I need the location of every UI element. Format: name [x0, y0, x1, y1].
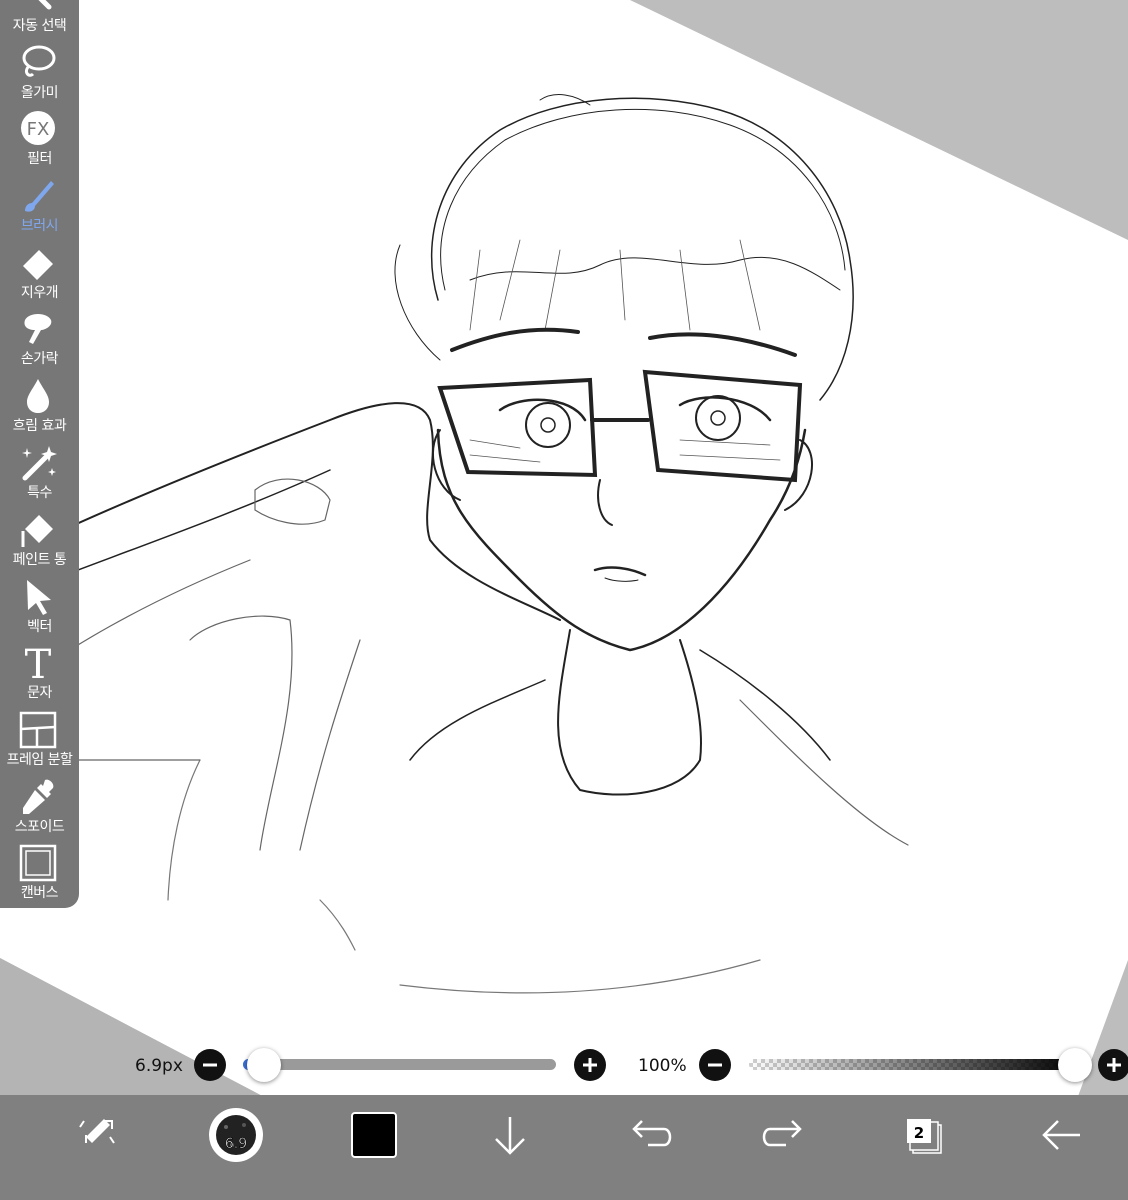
plus-icon: [1107, 1058, 1121, 1072]
tool-label: 손가락: [20, 351, 59, 367]
tool-canvas[interactable]: 캔버스: [0, 840, 79, 906]
tool-label: 프레임 분할: [6, 752, 73, 768]
transform-icon: [79, 1119, 115, 1144]
lasso-icon: [22, 45, 56, 77]
redo-button[interactable]: [736, 1095, 836, 1175]
tool-special[interactable]: 특수: [0, 440, 79, 506]
brush-icon: [25, 181, 54, 212]
paint-bucket-icon: [21, 515, 53, 547]
fx-icon: FX: [21, 111, 55, 145]
back-button[interactable]: [1012, 1095, 1112, 1175]
opacity-decrease-button[interactable]: [699, 1049, 731, 1081]
text-icon: T: [25, 644, 52, 682]
tool-filter[interactable]: FX 필터: [0, 106, 79, 172]
brush-size-increase-button[interactable]: [574, 1049, 606, 1081]
color-swatch-button[interactable]: [323, 1095, 423, 1175]
color-swatch: [351, 1112, 397, 1158]
tool-sidebar: 자동 선택 올가미 FX 필터 브러시 지우개 손가락 흐림 효과 특수 페인트…: [0, 0, 79, 908]
drawing-canvas: [0, 0, 1128, 1200]
svg-text:T: T: [25, 644, 52, 682]
tool-label: 스포이드: [14, 819, 65, 835]
minus-icon: [708, 1063, 722, 1067]
canvas-area[interactable]: [0, 0, 1128, 1200]
opacity-thumb[interactable]: [1058, 1048, 1092, 1082]
tool-label: 흐림 효과: [12, 418, 67, 434]
tool-label: 올가미: [20, 85, 59, 101]
tool-paint-bucket[interactable]: 페인트 통: [0, 507, 79, 573]
eyedropper-icon: [23, 779, 54, 814]
tool-label: 필터: [27, 151, 52, 167]
tool-finger[interactable]: 손가락: [0, 306, 79, 372]
layers-icon: 2: [907, 1119, 942, 1154]
svg-text:2: 2: [914, 1124, 924, 1142]
tool-label: 캔버스: [20, 885, 59, 901]
opacity-slider[interactable]: [749, 1059, 1079, 1070]
eraser-icon: [23, 250, 53, 280]
plus-icon: [583, 1058, 597, 1072]
tool-label: 지우개: [20, 285, 59, 301]
blur-drop-icon: [27, 379, 49, 413]
bottom-toolbar: 6.9 2: [0, 1095, 1128, 1200]
brush-preview-button[interactable]: 6.9: [186, 1095, 286, 1175]
tool-label: 자동 선택: [12, 18, 67, 34]
tool-eraser[interactable]: 지우개: [0, 240, 79, 306]
back-arrow-icon: [1042, 1120, 1080, 1150]
brush-size-decrease-button[interactable]: [194, 1049, 226, 1081]
tool-eyedropper[interactable]: 스포이드: [0, 774, 79, 840]
tool-auto-select[interactable]: 자동 선택: [0, 0, 79, 39]
svg-text:6.9: 6.9: [225, 1136, 247, 1152]
undo-icon: [632, 1120, 672, 1147]
tool-label: 페인트 통: [12, 552, 67, 568]
tool-label: 특수: [27, 485, 52, 501]
tool-text[interactable]: T 문자: [0, 640, 79, 706]
magic-wand-icon: [38, 0, 52, 10]
canvas-icon: [19, 844, 57, 882]
tool-label: 문자: [27, 685, 52, 701]
tool-lasso[interactable]: 올가미: [0, 40, 79, 106]
brush-size-slider[interactable]: [243, 1059, 556, 1070]
brush-size-thumb[interactable]: [247, 1048, 282, 1082]
download-button[interactable]: [460, 1095, 560, 1175]
svg-text:FX: FX: [27, 119, 50, 140]
transform-button[interactable]: [48, 1095, 148, 1175]
opacity-increase-button[interactable]: [1098, 1049, 1128, 1081]
vector-arrow-icon: [27, 580, 51, 615]
layers-button[interactable]: 2: [873, 1095, 973, 1175]
tool-vector[interactable]: 벡터: [0, 574, 79, 640]
redo-icon: [762, 1120, 802, 1147]
undo-button[interactable]: [598, 1095, 698, 1175]
frame-divide-icon: [19, 711, 57, 749]
special-wand-icon: [22, 446, 57, 481]
tool-brush[interactable]: 브러시: [0, 173, 79, 239]
tool-blur[interactable]: 흐림 효과: [0, 373, 79, 439]
tool-label: 브러시: [20, 218, 59, 234]
download-icon: [495, 1117, 525, 1155]
minus-icon: [203, 1063, 217, 1067]
finger-icon: [24, 314, 52, 344]
tool-frame-divide[interactable]: 프레임 분할: [0, 707, 79, 773]
opacity-value: 100%: [638, 1056, 687, 1076]
tool-label: 벡터: [27, 619, 52, 635]
brush-size-value: 6.9px: [135, 1056, 183, 1076]
brush-preview-icon: 6.9: [209, 1108, 263, 1162]
